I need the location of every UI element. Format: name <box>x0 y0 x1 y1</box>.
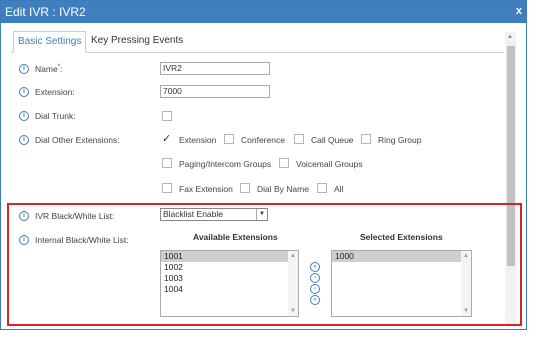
call-queue-option-label: Call Queue <box>311 135 354 145</box>
highlight-box <box>7 203 522 326</box>
tab-basic-settings[interactable]: Basic Settings <box>13 31 87 53</box>
extension-checkbox[interactable] <box>162 132 172 145</box>
fax-extension-option-label: Fax Extension <box>179 184 233 194</box>
voicemail-groups-checkbox[interactable] <box>279 158 289 168</box>
edit-ivr-dialog: Edit IVR : IVR2 x Basic Settings Key Pre… <box>0 0 527 330</box>
dial-by-name-checkbox[interactable] <box>240 183 250 193</box>
info-icon[interactable]: i <box>19 87 29 97</box>
extension-option-label: Extension <box>179 135 217 145</box>
voicemail-groups-option-label: Voicemail Groups <box>296 159 363 169</box>
conference-option-label: Conference <box>241 135 285 145</box>
conference-checkbox[interactable] <box>224 134 234 144</box>
dialog-titlebar: Edit IVR : IVR2 x <box>1 1 526 23</box>
ring-group-checkbox[interactable] <box>361 134 371 144</box>
info-icon[interactable]: i <box>19 64 29 74</box>
paging-intercom-checkbox[interactable] <box>162 158 172 168</box>
all-checkbox[interactable] <box>317 183 327 193</box>
ring-group-option-label: Ring Group <box>378 135 422 145</box>
tab-bar: Basic Settings Key Pressing Events <box>11 31 504 53</box>
dial-trunk-label: Dial Trunk: <box>35 111 76 121</box>
dial-other-extensions-label: Dial Other Extensions: <box>35 135 120 145</box>
extension-input[interactable]: 7000 <box>160 85 270 98</box>
name-input[interactable]: IVR2 <box>160 62 270 75</box>
extension-label: Extension: <box>35 87 75 97</box>
name-label: Name*: <box>35 64 63 74</box>
dial-trunk-checkbox[interactable] <box>162 111 172 121</box>
info-icon[interactable]: i <box>19 111 29 121</box>
dialog-title: Edit IVR : IVR2 <box>5 5 86 19</box>
dial-by-name-option-label: Dial By Name <box>257 184 309 194</box>
scroll-up-icon[interactable]: ▲ <box>507 34 513 40</box>
call-queue-checkbox[interactable] <box>294 134 304 144</box>
close-icon[interactable]: x <box>516 5 522 17</box>
all-option-label: All <box>334 184 344 194</box>
tab-key-pressing-events[interactable]: Key Pressing Events <box>91 35 183 46</box>
paging-intercom-option-label: Paging/Intercom Groups <box>179 159 272 169</box>
fax-extension-checkbox[interactable] <box>162 183 172 193</box>
info-icon[interactable]: i <box>19 135 29 145</box>
